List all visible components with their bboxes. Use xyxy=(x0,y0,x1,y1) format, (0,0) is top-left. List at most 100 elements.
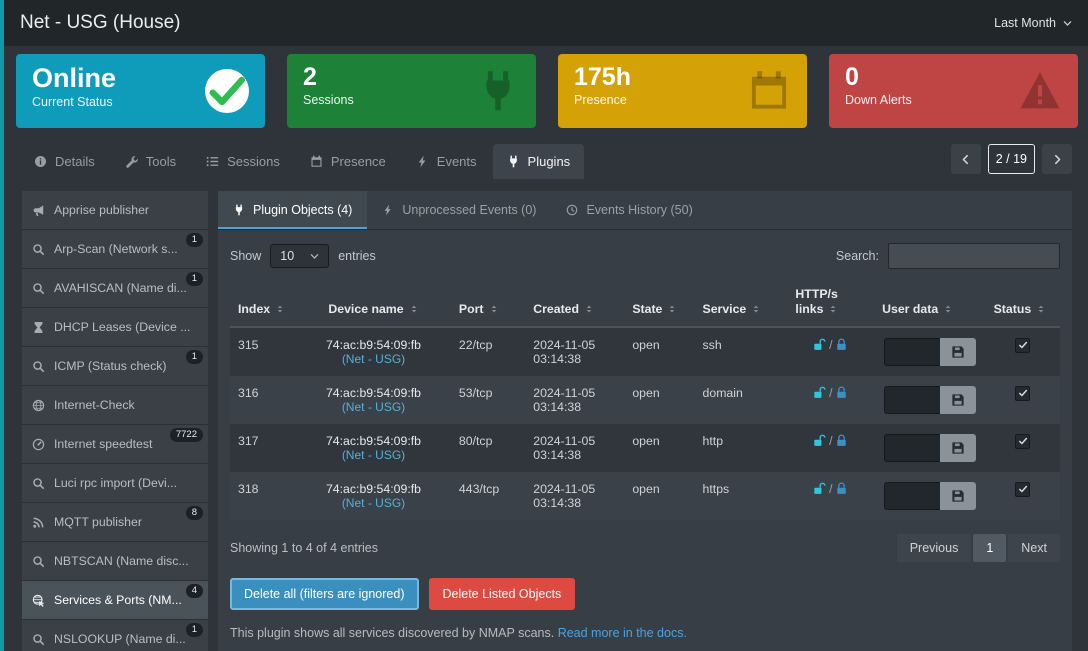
device-link[interactable]: (Net - USG) xyxy=(342,400,405,414)
table-header-row: Index Device name Port Created State Ser… xyxy=(230,279,1060,327)
tab-label: Presence xyxy=(331,154,386,169)
delete-listed-button[interactable]: Delete Listed Objects xyxy=(429,578,576,610)
https-link[interactable] xyxy=(835,386,848,400)
sidebar-item-icmp[interactable]: ICMP (Status check)1 xyxy=(22,347,208,386)
tab-plugins[interactable]: Plugins xyxy=(493,144,585,179)
sidebar-item-label: Internet speedtest xyxy=(54,437,152,451)
sidebar-item-nbtscan[interactable]: NBTSCAN (Name disc... xyxy=(22,542,208,581)
tab-label: Events xyxy=(437,154,477,169)
column-header-http-links[interactable]: HTTP/s links xyxy=(787,279,874,327)
sidebar-item-avahiscan[interactable]: AVAHISCAN (Name di...1 xyxy=(22,269,208,308)
cell-created: 2024-11-05 03:14:38 xyxy=(525,376,624,424)
top-bar: Net - USG (House) Last Month xyxy=(0,0,1088,46)
search-input[interactable] xyxy=(888,243,1060,269)
status-checkbox[interactable] xyxy=(1015,386,1030,401)
sidebar-item-internet-check[interactable]: Internet-Check xyxy=(22,386,208,425)
tab-events-history[interactable]: Events History (50) xyxy=(551,191,707,229)
sidebar-item-mqtt-publisher[interactable]: MQTT publisher8 xyxy=(22,503,208,542)
sidebar-item-nslookup[interactable]: NSLOOKUP (Name di...1 xyxy=(22,620,208,651)
https-link[interactable] xyxy=(835,434,848,448)
device-link[interactable]: (Net - USG) xyxy=(342,352,405,366)
cell-created: 2024-11-05 03:14:38 xyxy=(525,424,624,472)
link-separator: / xyxy=(829,482,832,496)
https-link[interactable] xyxy=(835,338,848,352)
device-tabs: Details Tools Sessions Presence Events P… xyxy=(20,144,584,179)
next-page-button[interactable]: Next xyxy=(1008,534,1060,562)
search-icon xyxy=(32,555,45,568)
sidebar-item-arp-scan[interactable]: Arp-Scan (Network s... 1 xyxy=(22,230,208,269)
next-device-button[interactable] xyxy=(1042,144,1072,174)
sidebar-item-services-ports[interactable]: Services & Ports (NM...4 xyxy=(22,581,208,620)
search-icon xyxy=(32,633,45,646)
device-mac: 74:ac:b9:54:09:fb xyxy=(304,338,443,352)
entries-label: entries xyxy=(338,249,376,263)
device-link[interactable]: (Net - USG) xyxy=(342,448,405,462)
user-data-input[interactable] xyxy=(884,386,940,414)
tab-presence[interactable]: Presence xyxy=(296,144,400,179)
cell-index: 317 xyxy=(230,424,296,472)
tab-events[interactable]: Events xyxy=(402,144,491,179)
status-checkbox[interactable] xyxy=(1015,482,1030,497)
page-1-button[interactable]: 1 xyxy=(973,534,1006,562)
https-link[interactable] xyxy=(835,482,848,496)
column-header-service[interactable]: Service xyxy=(695,279,788,327)
search-icon xyxy=(32,282,45,295)
previous-page-button[interactable]: Previous xyxy=(897,534,972,562)
sidebar-item-label: NBTSCAN (Name disc... xyxy=(54,554,189,568)
http-link[interactable] xyxy=(813,482,826,496)
sidebar-item-label: Arp-Scan (Network s... xyxy=(54,242,178,256)
lock-closed-icon xyxy=(835,434,848,447)
delete-all-button[interactable]: Delete all (filters are ignored) xyxy=(230,578,419,610)
http-link[interactable] xyxy=(813,338,826,352)
tab-unprocessed-events[interactable]: Unprocessed Events (0) xyxy=(367,191,551,229)
warning-icon xyxy=(1018,69,1062,113)
sidebar-item-dhcp-leases[interactable]: DHCP Leases (Device ... xyxy=(22,308,208,347)
sidebar-item-internet-speedtest[interactable]: Internet speedtest7722 xyxy=(22,425,208,464)
save-user-data-button[interactable] xyxy=(940,338,976,366)
user-data-input[interactable] xyxy=(884,482,940,510)
list-icon xyxy=(206,155,219,168)
user-data-input[interactable] xyxy=(884,434,940,462)
prev-device-button[interactable] xyxy=(951,144,981,174)
tab-sessions[interactable]: Sessions xyxy=(192,144,294,179)
column-header-status[interactable]: Status xyxy=(986,279,1060,327)
link-separator: / xyxy=(829,338,832,352)
cell-service: http xyxy=(695,424,788,472)
column-header-index[interactable]: Index xyxy=(230,279,296,327)
count-badge: 1 xyxy=(186,233,203,247)
tab-plugin-objects[interactable]: Plugin Objects (4) xyxy=(218,191,367,229)
page-size-select[interactable]: 10 xyxy=(270,244,329,268)
status-checkbox[interactable] xyxy=(1015,338,1030,353)
period-selector-label: Last Month xyxy=(994,16,1056,30)
sidebar-item-label: MQTT publisher xyxy=(54,515,142,529)
user-data-input[interactable] xyxy=(884,338,940,366)
sidebar-item-apprise-publisher[interactable]: Apprise publisher xyxy=(22,191,208,230)
column-header-created[interactable]: Created xyxy=(525,279,624,327)
plugin-description-text: This plugin shows all services discovere… xyxy=(230,626,554,640)
floppy-icon xyxy=(951,345,965,359)
column-header-state[interactable]: State xyxy=(624,279,694,327)
docs-link[interactable]: Read more in the docs. xyxy=(558,626,687,640)
device-link[interactable]: (Net - USG) xyxy=(342,496,405,510)
period-selector[interactable]: Last Month xyxy=(994,16,1072,30)
save-user-data-button[interactable] xyxy=(940,482,976,510)
sidebar-item-luci-rpc-import[interactable]: Luci rpc import (Devi... xyxy=(22,464,208,503)
column-header-device-name[interactable]: Device name xyxy=(296,279,451,327)
device-tabs-row: Details Tools Sessions Presence Events P… xyxy=(0,128,1088,179)
save-user-data-button[interactable] xyxy=(940,386,976,414)
http-link[interactable] xyxy=(813,434,826,448)
megaphone-icon xyxy=(32,204,45,217)
floppy-icon xyxy=(951,441,965,455)
hourglass-icon xyxy=(32,321,45,334)
column-header-port[interactable]: Port xyxy=(451,279,525,327)
tab-label: Plugin Objects (4) xyxy=(253,203,352,217)
status-cards: Online Current Status 2 Sessions 175h Pr… xyxy=(0,46,1088,128)
tab-details[interactable]: Details xyxy=(20,144,109,179)
tab-tools[interactable]: Tools xyxy=(111,144,190,179)
column-header-user-data[interactable]: User data xyxy=(874,279,985,327)
plugin-panel: Plugin Objects (4) Unprocessed Events (0… xyxy=(218,191,1072,651)
http-link[interactable] xyxy=(813,386,826,400)
check-icon xyxy=(1018,484,1028,494)
status-checkbox[interactable] xyxy=(1015,434,1030,449)
save-user-data-button[interactable] xyxy=(940,434,976,462)
